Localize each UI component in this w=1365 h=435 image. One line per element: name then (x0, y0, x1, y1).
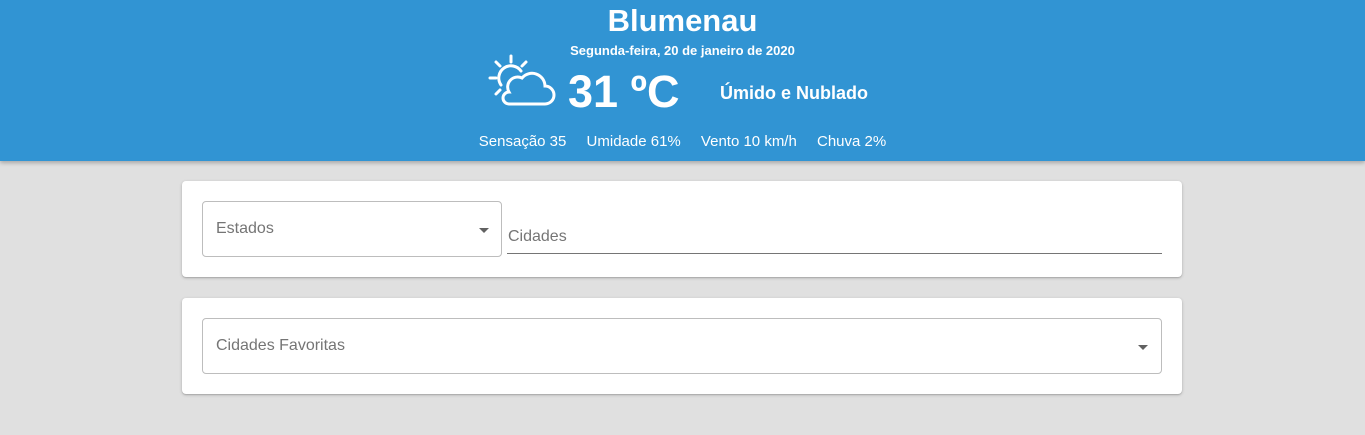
cities-input-label: Cidades (508, 228, 567, 245)
favorite-cities-label: Cidades Favoritas (216, 337, 345, 354)
favorites-card: Cidades Favoritas (182, 298, 1182, 394)
current-date: Segunda-feira, 20 de janeiro de 2020 (570, 43, 795, 58)
weather-condition: Úmido e Nublado (720, 83, 868, 103)
states-select[interactable]: Estados (202, 201, 502, 257)
states-select-label: Estados (216, 220, 274, 237)
partly-cloudy-icon (488, 54, 556, 106)
cities-input[interactable]: Cidades (507, 221, 1162, 254)
favorite-cities-select[interactable]: Cidades Favoritas (202, 318, 1162, 374)
wind-speed: Vento 10 km/h (700, 133, 797, 150)
city-name: Blumenau (607, 3, 758, 38)
humidity: Umidade 61% (586, 133, 681, 150)
rain-chance: Chuva 2% (817, 133, 887, 150)
weather-stats: Sensação 35 Umidade 61% Vento 10 km/h Ch… (0, 132, 1365, 152)
temperature: 31 ºC (568, 66, 680, 117)
chevron-down-icon (479, 228, 489, 233)
weather-header: Blumenau Segunda-feira, 20 de janeiro de… (0, 0, 1365, 161)
feels-like: Sensação 35 (478, 133, 567, 150)
search-card: Estados Cidades (182, 181, 1182, 277)
chevron-down-icon (1138, 345, 1148, 350)
